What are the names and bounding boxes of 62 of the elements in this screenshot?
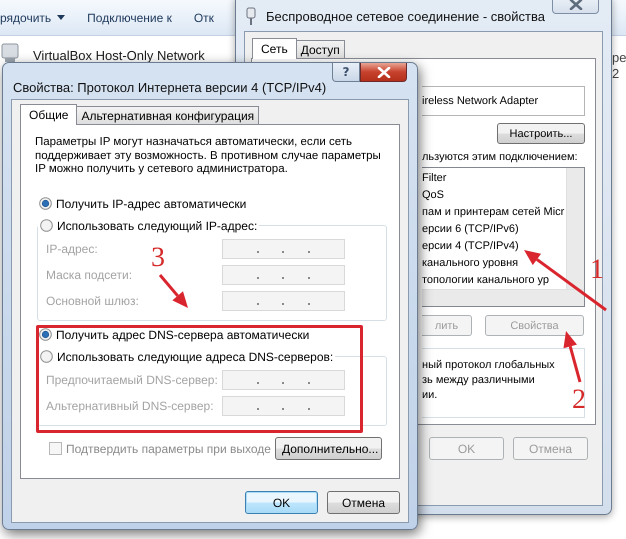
field-label: Альтернативный DNS-сервер: — [46, 398, 215, 412]
list-label: льзуются этим подключением: — [422, 150, 579, 164]
toolbar-button[interactable]: Отк — [194, 10, 214, 24]
toolbar-button[interactable]: Подключение к — [87, 10, 172, 24]
button[interactable]: Отмена — [327, 491, 400, 514]
radio-label: Получить адрес DNS-сервера автоматически — [56, 328, 310, 342]
plug-icon — [246, 7, 256, 25]
button[interactable]: OK — [245, 491, 318, 514]
checkbox-label: Подтвердить параметры при выходе — [66, 442, 271, 456]
window-title: Свойства: Протокол Интернета версии 4 (TCP/IPv4) — [13, 80, 326, 95]
radio-label: Использовать следующие адреса DNS-серверов: — [57, 350, 334, 364]
callout-number: 2 — [572, 386, 586, 414]
field-label: Предпочитаемый DNS-сервер: — [46, 372, 219, 386]
close-icon — [376, 66, 390, 78]
help-button[interactable]: ? — [332, 63, 360, 82]
horizontal-scrollbar[interactable] — [422, 289, 584, 306]
radio-button[interactable] — [39, 328, 52, 341]
list-item[interactable]: пам и принтерам сетей Micr — [422, 204, 564, 221]
ip-address-field[interactable] — [222, 396, 345, 416]
caret-icon — [57, 15, 66, 20]
intro-text: Параметры IP могут назначаться автоматически, если сеть поддерживает эту возможность. В противном случае параметры IP можно получить у сетевого администратора. — [35, 136, 382, 176]
ip-address-field[interactable] — [222, 370, 345, 390]
edge-text: ре — [612, 50, 626, 66]
list-item[interactable]: ерсии 6 (TCP/IPv6) — [422, 221, 519, 238]
callout-number: 3 — [151, 244, 165, 272]
tab[interactable]: Общие — [20, 104, 78, 125]
callout-number: 1 — [590, 256, 604, 284]
menu-button[interactable]: рядочить — [0, 10, 66, 24]
window-title: Беспроводное сетевое соединение - свойства — [266, 9, 545, 24]
radio-label: Использовать следующий IP-адрес: — [57, 218, 258, 232]
radio-button[interactable] — [39, 197, 52, 210]
edge-text: 2 — [612, 66, 620, 82]
radio-button[interactable] — [40, 350, 53, 363]
close-icon — [568, 0, 582, 10]
ip-address-field[interactable] — [222, 290, 345, 310]
list-item[interactable]: Filter — [422, 170, 446, 187]
field-label: Маска подсети: — [46, 268, 134, 282]
description-text: зь между различными — [422, 373, 535, 388]
close-button[interactable] — [552, 0, 599, 14]
tab[interactable]: Альтернативная конфигурация — [76, 106, 260, 125]
tab[interactable]: Сеть — [252, 38, 297, 59]
adapter-name: ireless Network Adapter — [422, 86, 585, 116]
arrow — [563, 331, 582, 382]
close-button[interactable] — [360, 63, 407, 82]
ip-address-field[interactable] — [222, 238, 345, 258]
connection-name[interactable]: VirtualBox Host-Only Network — [33, 48, 205, 63]
tab[interactable]: Доступ — [296, 40, 345, 59]
ip-address-field[interactable] — [222, 264, 345, 284]
description-text: ии. — [422, 388, 438, 403]
configure-button[interactable]: Настроить... — [497, 123, 585, 144]
field-label: Основной шлюз: — [46, 294, 140, 308]
advanced-button[interactable]: Дополнительно... — [275, 437, 382, 460]
radio-label: Получить IP-адрес автоматически — [56, 196, 246, 210]
description-text: ный протокол глобальных — [422, 358, 555, 373]
list-item[interactable]: QoS — [422, 187, 444, 204]
list-item[interactable]: канального уровня — [422, 255, 518, 272]
list-item[interactable]: ерсии 4 (TCP/IPv4) — [422, 238, 519, 255]
vertical-scrollbar[interactable] — [566, 168, 584, 289]
radio-button[interactable] — [40, 219, 53, 232]
list-item[interactable]: топологии канального ур — [422, 272, 550, 289]
arrow — [158, 274, 188, 308]
field-label: IP-адрес: — [46, 242, 99, 256]
